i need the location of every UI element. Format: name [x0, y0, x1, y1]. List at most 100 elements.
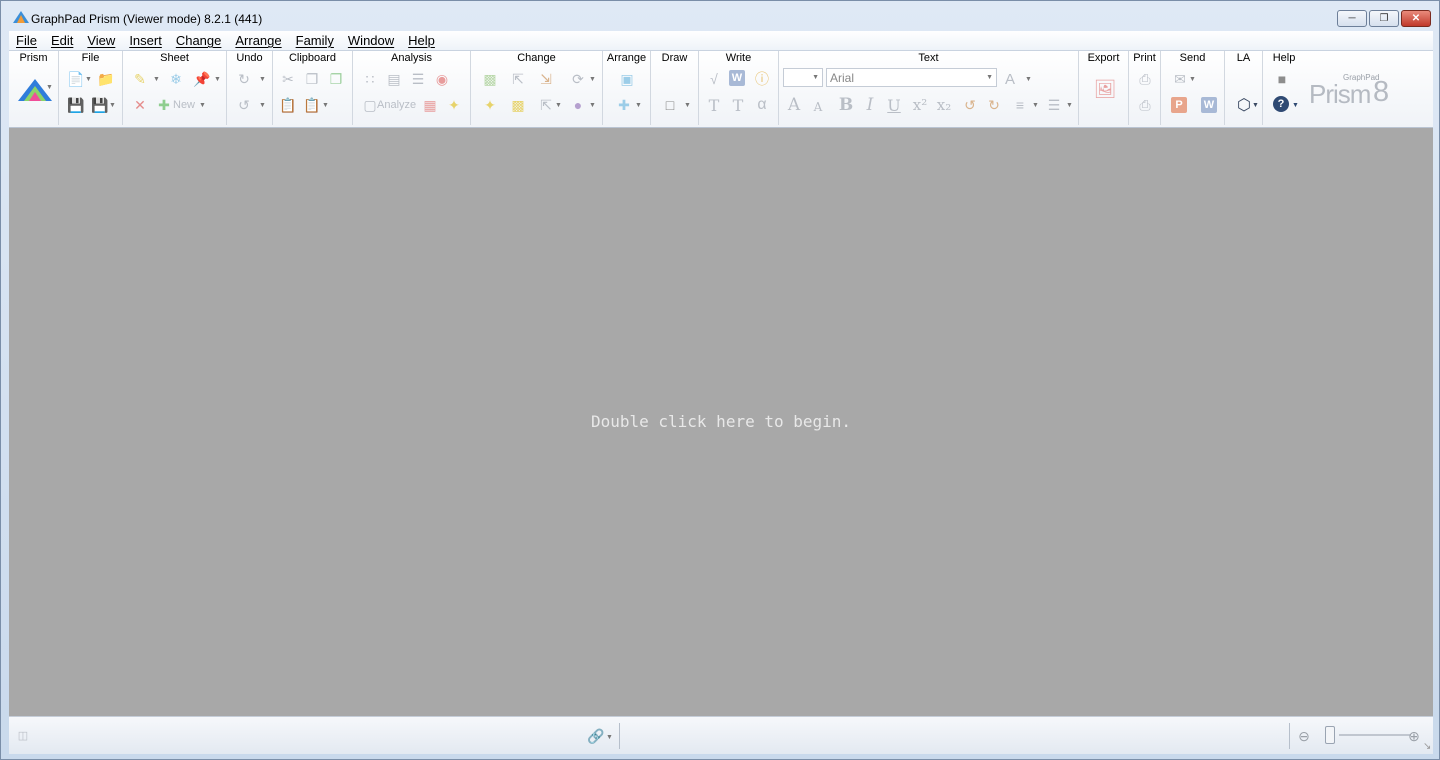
status-divider	[1289, 723, 1290, 749]
rotate-text-right-icon[interactable]: ↻	[985, 96, 1003, 114]
new-sheet-button[interactable]: New	[173, 99, 195, 111]
help-book-icon[interactable]: ■	[1273, 70, 1291, 88]
refresh-icon[interactable]: ⟳	[569, 70, 587, 88]
format-wand-icon[interactable]: ✦	[481, 96, 499, 114]
analysis-ball-icon[interactable]: ◉	[433, 70, 451, 88]
change-scale-icon[interactable]: ⇲	[537, 70, 555, 88]
minimize-button[interactable]: ─	[1337, 10, 1367, 27]
chevron-down-icon: ▼	[1032, 102, 1039, 109]
align-icon[interactable]: ▣	[618, 70, 636, 88]
zoom-slider-track[interactable]	[1339, 734, 1411, 736]
zoom-slider-thumb[interactable]	[1325, 726, 1335, 744]
text-box-icon[interactable]: T	[729, 96, 747, 115]
powerpoint-icon[interactable]: P	[1171, 97, 1187, 113]
chevron-down-icon: ▼	[589, 76, 596, 83]
chevron-down-icon: ▼	[606, 734, 613, 741]
format-axes-icon[interactable]: ⇱	[537, 96, 555, 114]
word-icon[interactable]: W	[729, 70, 745, 86]
rectangle-icon[interactable]: □	[661, 96, 679, 114]
save-icon[interactable]: 💾	[67, 96, 85, 114]
new-file-icon[interactable]: 📄	[67, 70, 85, 88]
paste-icon[interactable]: 📋	[279, 96, 297, 114]
menu-window[interactable]: Window	[341, 33, 401, 48]
bar-chart-icon[interactable]: ▤	[385, 70, 403, 88]
link-icon[interactable]: 🔗	[587, 727, 605, 745]
equation-icon[interactable]: √	[705, 70, 723, 88]
info-icon[interactable]: ⓘ	[753, 70, 771, 88]
cube-icon[interactable]: ⬡	[1235, 96, 1253, 114]
analyze-button[interactable]: Analyze	[377, 99, 416, 111]
add-icon[interactable]: ✚	[155, 96, 173, 114]
font-name-select[interactable]: Arial ▼	[826, 68, 997, 87]
group-objects-icon[interactable]: ✚	[615, 96, 633, 114]
zoom-in-icon[interactable]: ⊕	[1405, 727, 1423, 745]
menu-arrange[interactable]: Arrange	[228, 33, 288, 48]
delete-sheet-icon[interactable]: ✕	[131, 96, 149, 114]
chevron-down-icon: ▼	[214, 76, 221, 83]
menu-view[interactable]: View	[80, 33, 122, 48]
grid-table-icon[interactable]: ▦	[421, 96, 439, 114]
workspace-area[interactable]: Double click here to begin.	[9, 128, 1433, 716]
group-label-analysis: Analysis	[391, 52, 432, 64]
italic-icon[interactable]: I	[861, 95, 879, 115]
menu-edit[interactable]: Edit	[44, 33, 80, 48]
font-size-select[interactable]: ▼	[783, 68, 823, 87]
line-spacing-icon[interactable]: ☰	[1045, 96, 1063, 114]
align-text-icon[interactable]: ≡	[1011, 96, 1029, 114]
menu-help[interactable]: Help	[401, 33, 442, 48]
help-question-icon[interactable]: ?	[1273, 96, 1289, 112]
results-icon[interactable]: ☰	[409, 70, 427, 88]
menu-insert[interactable]: Insert	[122, 33, 169, 48]
send-word-icon[interactable]: W	[1201, 97, 1217, 113]
magic-wand-icon[interactable]: ✦	[445, 96, 463, 114]
save-as-icon[interactable]: 💾	[91, 96, 109, 114]
chevron-down-icon: ▼	[1025, 76, 1032, 83]
email-icon[interactable]: ✉	[1171, 70, 1189, 88]
bold-icon[interactable]: B	[837, 95, 855, 115]
decrease-font-icon[interactable]: A	[809, 98, 827, 116]
paste-special-icon[interactable]: 📋	[303, 96, 321, 114]
title-bar[interactable]: GraphPad Prism (Viewer mode) 8.2.1 (441)…	[1, 1, 1439, 31]
redo-icon[interactable]: ↻	[235, 70, 253, 88]
export-icon[interactable]: 🖼	[1093, 77, 1117, 101]
zoom-out-icon[interactable]: ⊖	[1295, 727, 1313, 745]
cut-icon[interactable]: ✂	[279, 70, 297, 88]
pin-icon[interactable]: 📌	[193, 70, 211, 88]
chevron-down-icon: ▼	[259, 102, 266, 109]
change-axis-icon[interactable]: ⇱	[509, 70, 527, 88]
increase-font-icon[interactable]: A	[785, 95, 803, 115]
begin-hint: Double click here to begin.	[590, 412, 852, 431]
superscript-icon[interactable]: x²	[911, 96, 929, 114]
text-icon[interactable]: T	[705, 96, 723, 115]
font-color-icon[interactable]: A	[1001, 70, 1019, 88]
greek-alpha-icon[interactable]: α	[753, 96, 771, 114]
format-graph-icon[interactable]: ▩	[509, 96, 527, 114]
highlighter-icon[interactable]: ✎	[131, 70, 149, 88]
copy-icon[interactable]: ❐	[303, 70, 321, 88]
resize-grip-icon[interactable]: ↘	[1423, 741, 1431, 752]
menu-change[interactable]: Change	[169, 33, 229, 48]
group-print: Print ⎙ ⎙	[1129, 51, 1161, 125]
print-icon[interactable]: ⎙	[1136, 70, 1154, 88]
subscript-icon[interactable]: x₂	[935, 96, 953, 114]
underline-icon[interactable]: U	[885, 96, 903, 115]
xy-chart-icon[interactable]: ∷	[361, 70, 379, 88]
group-export: Export 🖼	[1079, 51, 1129, 125]
color-scheme-icon[interactable]: ●	[569, 96, 587, 114]
group-label-change: Change	[517, 52, 556, 64]
menu-file[interactable]: File	[9, 33, 44, 48]
navigator-icon[interactable]: ◫	[15, 727, 31, 743]
close-button[interactable]: ✕	[1401, 10, 1431, 27]
open-file-icon[interactable]: 📁	[97, 70, 115, 88]
change-graph-type-icon[interactable]: ▩	[481, 70, 499, 88]
menu-family[interactable]: Family	[289, 33, 341, 48]
freeze-icon[interactable]: ❄	[167, 70, 185, 88]
rotate-text-left-icon[interactable]: ↺	[961, 96, 979, 114]
print-preview-icon[interactable]: ⎙	[1136, 96, 1154, 114]
copy-special-icon[interactable]: ❐	[327, 70, 345, 88]
restore-icon: ❐	[1379, 13, 1389, 24]
group-undo: Undo ↻ ▼ ↺ ▼	[227, 51, 273, 125]
undo-icon[interactable]: ↺	[235, 96, 253, 114]
restore-button[interactable]: ❐	[1369, 10, 1399, 27]
group-label-undo: Undo	[236, 52, 263, 64]
